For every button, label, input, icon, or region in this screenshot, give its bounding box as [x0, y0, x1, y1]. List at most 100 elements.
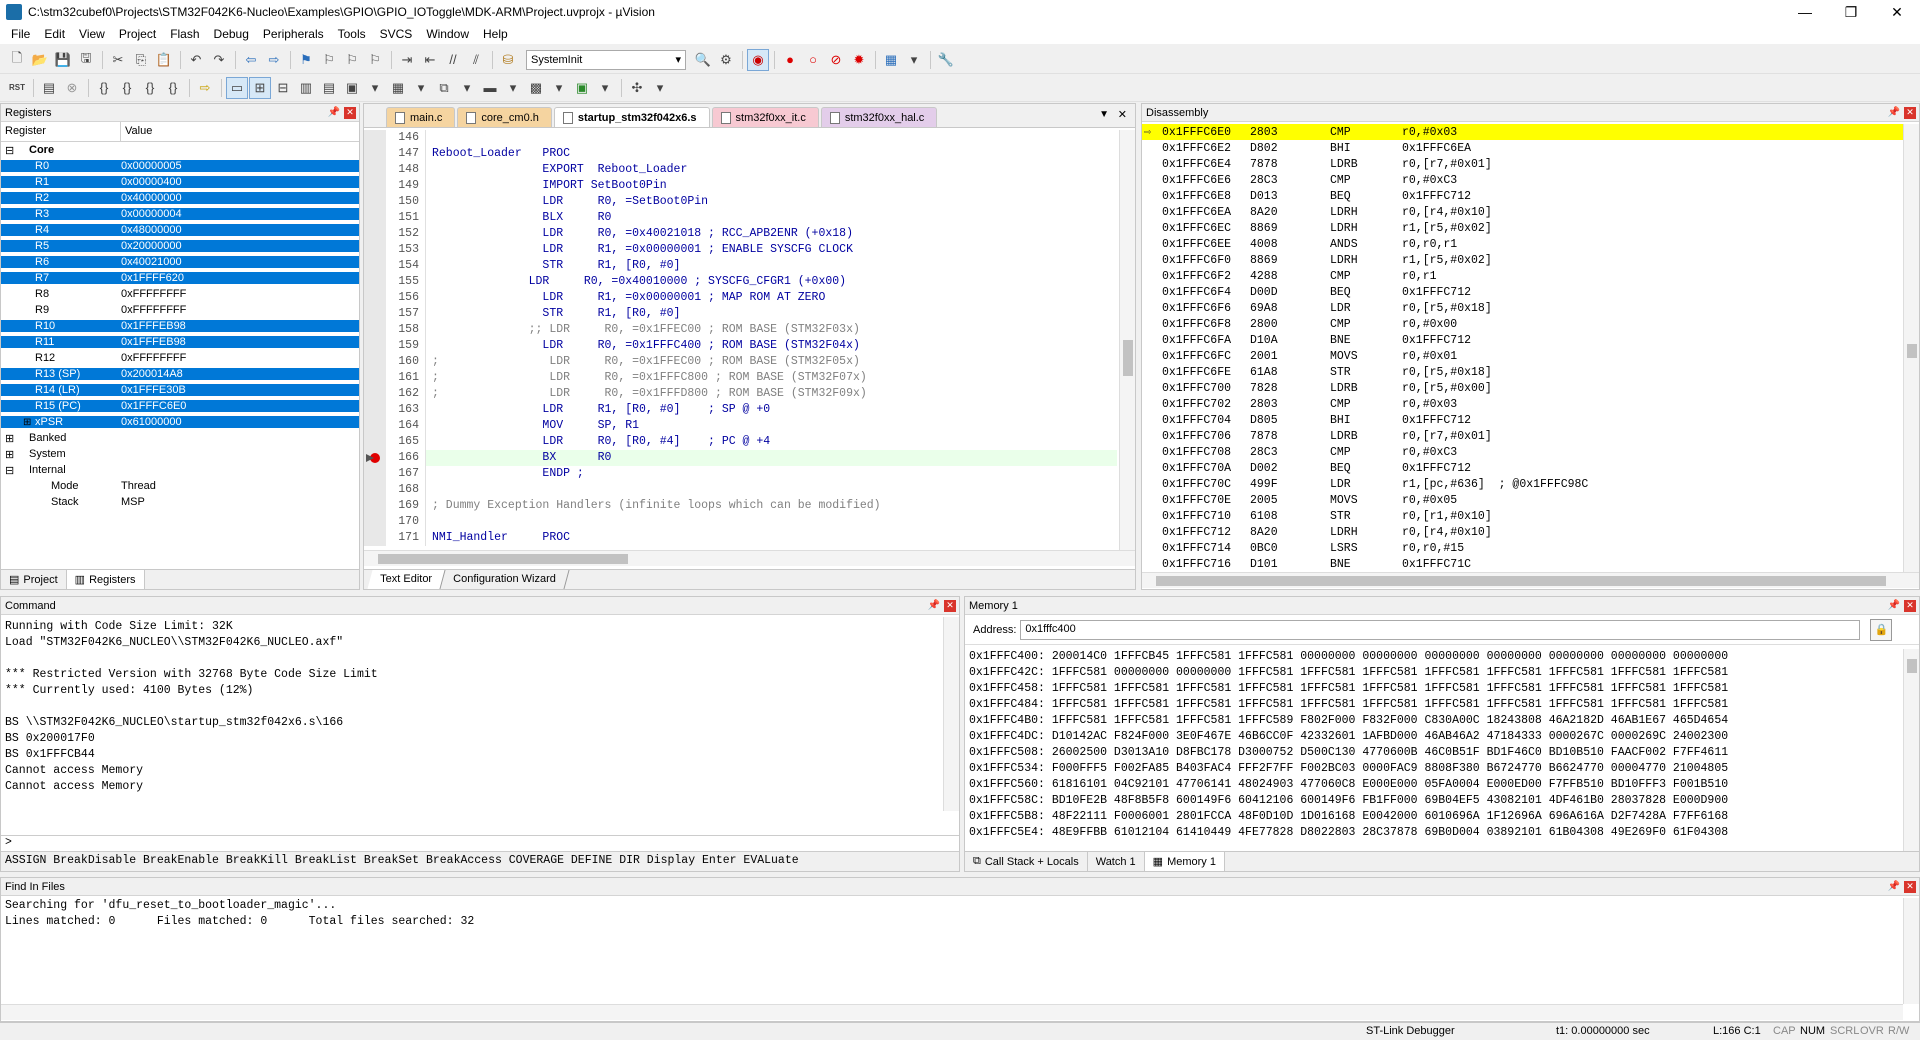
chevron-down-icon[interactable]: ▾	[364, 77, 386, 99]
disassembly-gutter[interactable]	[1142, 252, 1162, 268]
chevron-down-icon[interactable]: ▾	[903, 49, 925, 71]
comment-icon[interactable]: //	[442, 49, 464, 71]
memory-row[interactable]: 0x1FFFC5B8: 48F22111 F0006001 2801FCCA 4…	[969, 809, 1903, 825]
memory-row[interactable]: 0x1FFFC4DC: D10142AC F824F000 3E0F467E 4…	[969, 729, 1903, 745]
editor-tab[interactable]: startup_stm32f042x6.s	[553, 107, 710, 127]
code-line[interactable]: 161 ; LDR R0, =0x1FFFC800 ; ROM BASE (STM…	[364, 370, 1117, 386]
disassembly-row[interactable]: ⇨ 0x1FFFC6E0 2803 CMP r0,#0x03	[1142, 124, 1903, 140]
disassembly-gutter[interactable]	[1142, 556, 1162, 572]
breakpoint-gutter[interactable]	[364, 418, 386, 434]
tree-node-system[interactable]: ⊞ System	[1, 446, 359, 462]
code-line[interactable]: 163 LDR R1, [R0, #0] ; SP @ +0	[364, 402, 1117, 418]
disassembly-gutter[interactable]	[1142, 348, 1162, 364]
register-value[interactable]: 0x200014A8	[121, 368, 359, 380]
incremental-find-icon[interactable]: ⚙	[715, 49, 737, 71]
breakpoint-gutter[interactable]	[364, 450, 386, 466]
undo-icon[interactable]: ↶	[185, 49, 207, 71]
find-vertical-scrollbar[interactable]	[1903, 898, 1919, 1004]
editor-tab[interactable]: core_cm0.h	[457, 107, 552, 127]
col-value[interactable]: Value	[121, 122, 359, 141]
code-line[interactable]: 166 BX R0	[364, 450, 1117, 466]
insert-breakpoint-icon[interactable]: ●	[779, 49, 801, 71]
disassembly-row[interactable]: 0x1FFFC6F8 2800 CMP r0,#0x00	[1142, 316, 1903, 332]
menu-window[interactable]: Window	[419, 27, 476, 41]
expand-icon[interactable]: ⊞	[23, 417, 31, 428]
memory-dump[interactable]: 0x1FFFC400: 200014C0 1FFFCB45 1FFFC581 1…	[965, 649, 1903, 841]
internal-mode-row[interactable]: Mode Thread	[1, 478, 359, 494]
chevron-down-icon[interactable]: ▾	[548, 77, 570, 99]
disassembly-row[interactable]: 0x1FFFC712 8A20 LDRH r0,[r4,#0x10]	[1142, 524, 1903, 540]
register-value[interactable]: 0x1FFFF620	[121, 272, 359, 284]
register-row[interactable]: R4 0x48000000	[1, 222, 359, 238]
disassembly-gutter[interactable]	[1142, 380, 1162, 396]
reset-icon[interactable]: RST	[6, 77, 28, 99]
disassembly-row[interactable]: 0x1FFFC6E2 D802 BHI 0x1FFFC6EA	[1142, 140, 1903, 156]
register-value[interactable]: 0x1FFFE30B	[121, 384, 359, 396]
find-symbol-combo[interactable]: SystemInit ▾	[526, 49, 686, 70]
register-row[interactable]: R6 0x40021000	[1, 254, 359, 270]
trace-window-icon[interactable]: ▩	[525, 77, 547, 99]
register-value[interactable]: 0xFFFFFFFF	[121, 352, 359, 364]
collapse-icon[interactable]: ⊟	[1, 144, 15, 157]
disassembly-row[interactable]: 0x1FFFC6E8 D013 BEQ 0x1FFFC712	[1142, 188, 1903, 204]
tab-memory-1[interactable]: ▦ Memory 1	[1144, 852, 1225, 871]
disassembly-row[interactable]: 0x1FFFC704 D805 BHI 0x1FFFC712	[1142, 412, 1903, 428]
tree-node-internal[interactable]: ⊟ Internal	[1, 462, 359, 478]
breakpoint-gutter[interactable]	[364, 514, 386, 530]
register-value[interactable]: 0xFFFFFFFF	[121, 304, 359, 316]
disassembly-gutter[interactable]	[1142, 364, 1162, 380]
disassembly-row[interactable]: 0x1FFFC714 0BC0 LSRS r0,r0,#15	[1142, 540, 1903, 556]
breakpoint-gutter[interactable]	[364, 162, 386, 178]
run-icon[interactable]: ▤	[38, 77, 60, 99]
register-value[interactable]: 0x00000004	[121, 208, 359, 220]
disassembly-gutter[interactable]	[1142, 332, 1162, 348]
disassembly-row[interactable]: 0x1FFFC708 28C3 CMP r0,#0xC3	[1142, 444, 1903, 460]
breakpoint-gutter[interactable]	[364, 354, 386, 370]
disassembly-row[interactable]: 0x1FFFC70A D002 BEQ 0x1FFFC712	[1142, 460, 1903, 476]
scroll-thumb[interactable]	[1907, 659, 1917, 673]
disassembly-gutter[interactable]	[1142, 204, 1162, 220]
code-line[interactable]: 168	[364, 482, 1117, 498]
disassembly-row[interactable]: 0x1FFFC710 6108 STR r0,[r1,#0x10]	[1142, 508, 1903, 524]
disassembly-gutter[interactable]	[1142, 540, 1162, 556]
breakpoint-gutter[interactable]	[364, 178, 386, 194]
disassembly-row[interactable]: 0x1FFFC70C 499F LDR r1,[pc,#636] ; @0x1FFFC…	[1142, 476, 1903, 492]
disassembly-row[interactable]: 0x1FFFC6E6 28C3 CMP r0,#0xC3	[1142, 172, 1903, 188]
register-value[interactable]: 0x00000005	[121, 160, 359, 172]
editor-horizontal-scrollbar[interactable]	[364, 550, 1135, 566]
internal-stack-row[interactable]: Stack MSP	[1, 494, 359, 510]
watch-window-icon[interactable]: ▣	[341, 77, 363, 99]
tab-registers[interactable]: ▥ Registers	[66, 570, 145, 589]
bookmark-prev-icon[interactable]: ⚐	[318, 49, 340, 71]
menu-flash[interactable]: Flash	[163, 27, 206, 41]
register-row[interactable]: R13 (SP) 0x200014A8	[1, 366, 359, 382]
command-input[interactable]: >	[1, 835, 959, 851]
memory-row[interactable]: 0x1FFFC458: 1FFFC581 1FFFC581 1FFFC581 1…	[969, 681, 1903, 697]
bookmark-next-icon[interactable]: ⚐	[341, 49, 363, 71]
code-line[interactable]: 155 LDR R0, =0x40010000 ; SYSCFG_CFGR1 (…	[364, 274, 1117, 290]
register-value[interactable]: 0x40000000	[121, 192, 359, 204]
scroll-thumb[interactable]	[1156, 576, 1886, 586]
disassembly-row[interactable]: 0x1FFFC6EE 4008 ANDS r0,r0,r1	[1142, 236, 1903, 252]
enable-breakpoint-icon[interactable]: ○	[802, 49, 824, 71]
code-line[interactable]: 164 MOV SP, R1	[364, 418, 1117, 434]
disassembly-window-icon[interactable]: ⊞	[249, 76, 271, 99]
menu-help[interactable]: Help	[476, 27, 515, 41]
register-value[interactable]: 0x1FFFC6E0	[121, 400, 359, 412]
symbols-window-icon[interactable]: ⊟	[272, 77, 294, 99]
register-row[interactable]: R1 0x00000400	[1, 174, 359, 190]
address-input[interactable]: 0x1fffc400	[1020, 619, 1861, 640]
register-row[interactable]: R0 0x00000005	[1, 158, 359, 174]
debug-session-icon[interactable]: ◉	[747, 48, 769, 71]
lock-icon[interactable]: 🔒	[1870, 618, 1893, 641]
register-row[interactable]: R8 0xFFFFFFFF	[1, 286, 359, 302]
step-out-icon[interactable]: {}	[139, 77, 161, 99]
run-to-cursor-icon[interactable]: {}	[162, 77, 184, 99]
code-line[interactable]: 167 ENDP ;	[364, 466, 1117, 482]
close-icon[interactable]: ✕	[1904, 599, 1916, 612]
pin-icon[interactable]: 📌	[1887, 600, 1901, 611]
code-line[interactable]: 153 LDR R1, =0x00000001 ; ENABLE SYSCFG …	[364, 242, 1117, 258]
code-line[interactable]: 171 NMI_Handler PROC	[364, 530, 1117, 546]
memory-row[interactable]: 0x1FFFC42C: 1FFFC581 00000000 00000000 1…	[969, 665, 1903, 681]
breakpoint-gutter[interactable]	[364, 370, 386, 386]
